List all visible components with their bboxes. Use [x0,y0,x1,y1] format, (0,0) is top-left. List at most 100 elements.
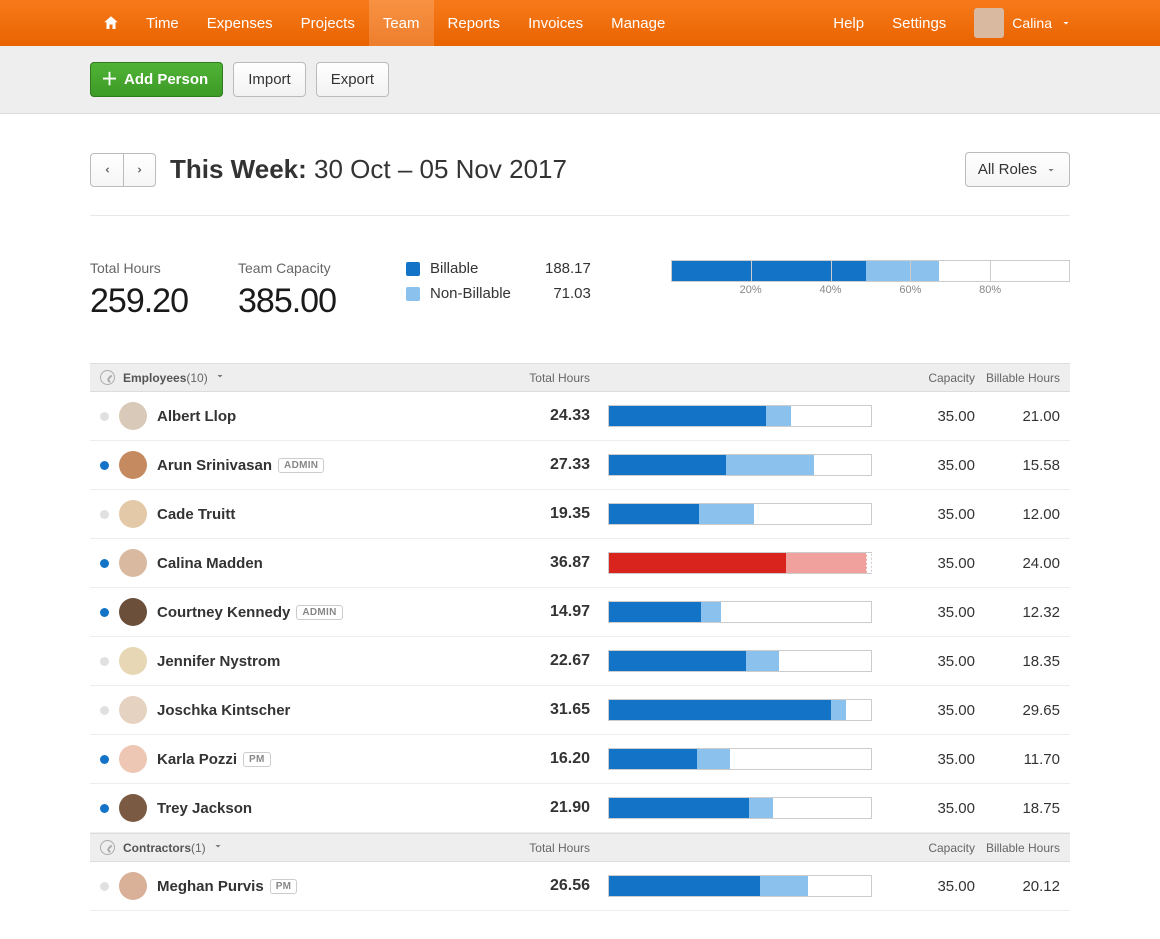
legend-nonbillable-value: 71.03 [531,285,591,302]
nav-item-expenses[interactable]: Expenses [193,0,287,46]
cell-total-hours: 24.33 [490,407,590,425]
summary: Total Hours 259.20 Team Capacity 385.00 … [90,216,1070,363]
person-name: Trey Jackson [157,800,252,817]
status-indicator [100,755,109,764]
table-row[interactable]: Cade Truitt19.3535.0012.00 [90,490,1070,539]
chevron-down-icon [1045,164,1057,176]
cell-capacity: 35.00 [880,604,975,621]
cell-capacity: 35.00 [880,702,975,719]
nav-item-reports[interactable]: Reports [434,0,515,46]
cell-capacity: 35.00 [880,751,975,768]
nav-item-manage[interactable]: Manage [597,0,679,46]
nav-settings[interactable]: Settings [878,0,960,46]
table-row[interactable]: Arun SrinivasanADMIN27.3335.0015.58 [90,441,1070,490]
role-badge: PM [243,752,271,767]
cell-billable-hours: 11.70 [975,751,1060,768]
home-icon [102,14,120,32]
table-row[interactable]: Joschka Kintscher31.6535.0029.65 [90,686,1070,735]
group-title: Contractors [123,841,191,855]
swatch-billable [406,262,420,276]
table-row[interactable]: Meghan PurvisPM26.5635.0020.12 [90,862,1070,911]
swatch-nonbillable [406,287,420,301]
group-header[interactable]: Employees (10)Total HoursCapacityBillabl… [90,363,1070,392]
cell-capacity: 35.00 [880,408,975,425]
import-button[interactable]: Import [233,62,306,97]
table-row[interactable]: Albert Llop24.3335.0021.00 [90,392,1070,441]
nav-item-team[interactable]: Team [369,0,434,46]
nav-item-projects[interactable]: Projects [287,0,369,46]
table-row[interactable]: Karla PozziPM16.2035.0011.70 [90,735,1070,784]
table-row[interactable]: Courtney KennedyADMIN14.9735.0012.32 [90,588,1070,637]
group-title: Employees [123,371,186,385]
metric-label: Team Capacity [238,260,336,276]
role-filter-label: All Roles [978,161,1037,178]
nav-item-invoices[interactable]: Invoices [514,0,597,46]
legend: Billable 188.17 Non-Billable 71.03 [406,260,591,302]
chevron-down-icon [1060,17,1072,29]
cell-total-hours: 21.90 [490,799,590,817]
cell-billable-hours: 15.58 [975,457,1060,474]
nav-user-name: Calina [1012,15,1052,31]
nav-item-time[interactable]: Time [132,0,193,46]
avatar [119,794,147,822]
col-capacity: Capacity [880,841,975,855]
role-badge: PM [270,879,298,894]
capacity-tick-label: 40% [820,284,842,296]
avatar [119,451,147,479]
metric-value: 385.00 [238,282,336,321]
role-filter-select[interactable]: All Roles [965,152,1070,187]
table-row[interactable]: Calina Madden36.8735.0024.00 [90,539,1070,588]
avatar [119,745,147,773]
cell-billable-hours: 24.00 [975,555,1060,572]
status-indicator [100,804,109,813]
col-total-hours: Total Hours [490,841,590,855]
cell-capacity: 35.00 [880,555,975,572]
chevron-down-icon [214,370,226,385]
group-header[interactable]: Contractors (1)Total HoursCapacityBillab… [90,833,1070,862]
next-week-button[interactable] [123,154,155,186]
avatar [119,872,147,900]
cell-utilization-bar [590,503,880,525]
cell-utilization-bar [590,748,880,770]
cell-utilization-bar [590,552,880,574]
cell-utilization-bar [590,875,880,897]
avatar [119,696,147,724]
avatar [974,8,1004,38]
cell-utilization-bar [590,699,880,721]
prev-week-button[interactable] [91,154,123,186]
avatar [119,549,147,577]
over-capacity-indicator [867,553,871,573]
avatar [119,647,147,675]
status-indicator [100,412,109,421]
role-badge: ADMIN [296,605,342,620]
cell-total-hours: 27.33 [490,456,590,474]
status-indicator [100,608,109,617]
legend-billable-value: 188.17 [531,260,591,277]
person-name: Albert Llop [157,408,236,425]
metric-label: Total Hours [90,260,188,276]
col-billable-hours: Billable Hours [975,841,1060,855]
cell-capacity: 35.00 [880,800,975,817]
add-person-button[interactable]: ＋Add Person [90,62,223,97]
cell-billable-hours: 18.35 [975,653,1060,670]
table-row[interactable]: Jennifer Nystrom22.6735.0018.35 [90,637,1070,686]
clock-icon [100,840,115,855]
person-name: Arun Srinivasan [157,457,272,474]
export-button[interactable]: Export [316,62,389,97]
cell-utilization-bar [590,650,880,672]
status-indicator [100,882,109,891]
table-row[interactable]: Trey Jackson 21.90 35.0018.75 [90,784,1070,833]
avatar [119,598,147,626]
nav-help[interactable]: Help [819,0,878,46]
avatar [119,402,147,430]
role-badge: ADMIN [278,458,324,473]
capacity-tick-label: 60% [899,284,921,296]
cell-total-hours: 22.67 [490,652,590,670]
cell-capacity: 35.00 [880,506,975,523]
nav-user-menu[interactable]: Calina [960,0,1078,46]
cell-billable-hours: 18.75 [975,800,1060,817]
cell-total-hours: 36.87 [490,554,590,572]
nav-home[interactable] [90,0,132,46]
cell-billable-hours: 20.12 [975,878,1060,895]
cell-capacity: 35.00 [880,653,975,670]
